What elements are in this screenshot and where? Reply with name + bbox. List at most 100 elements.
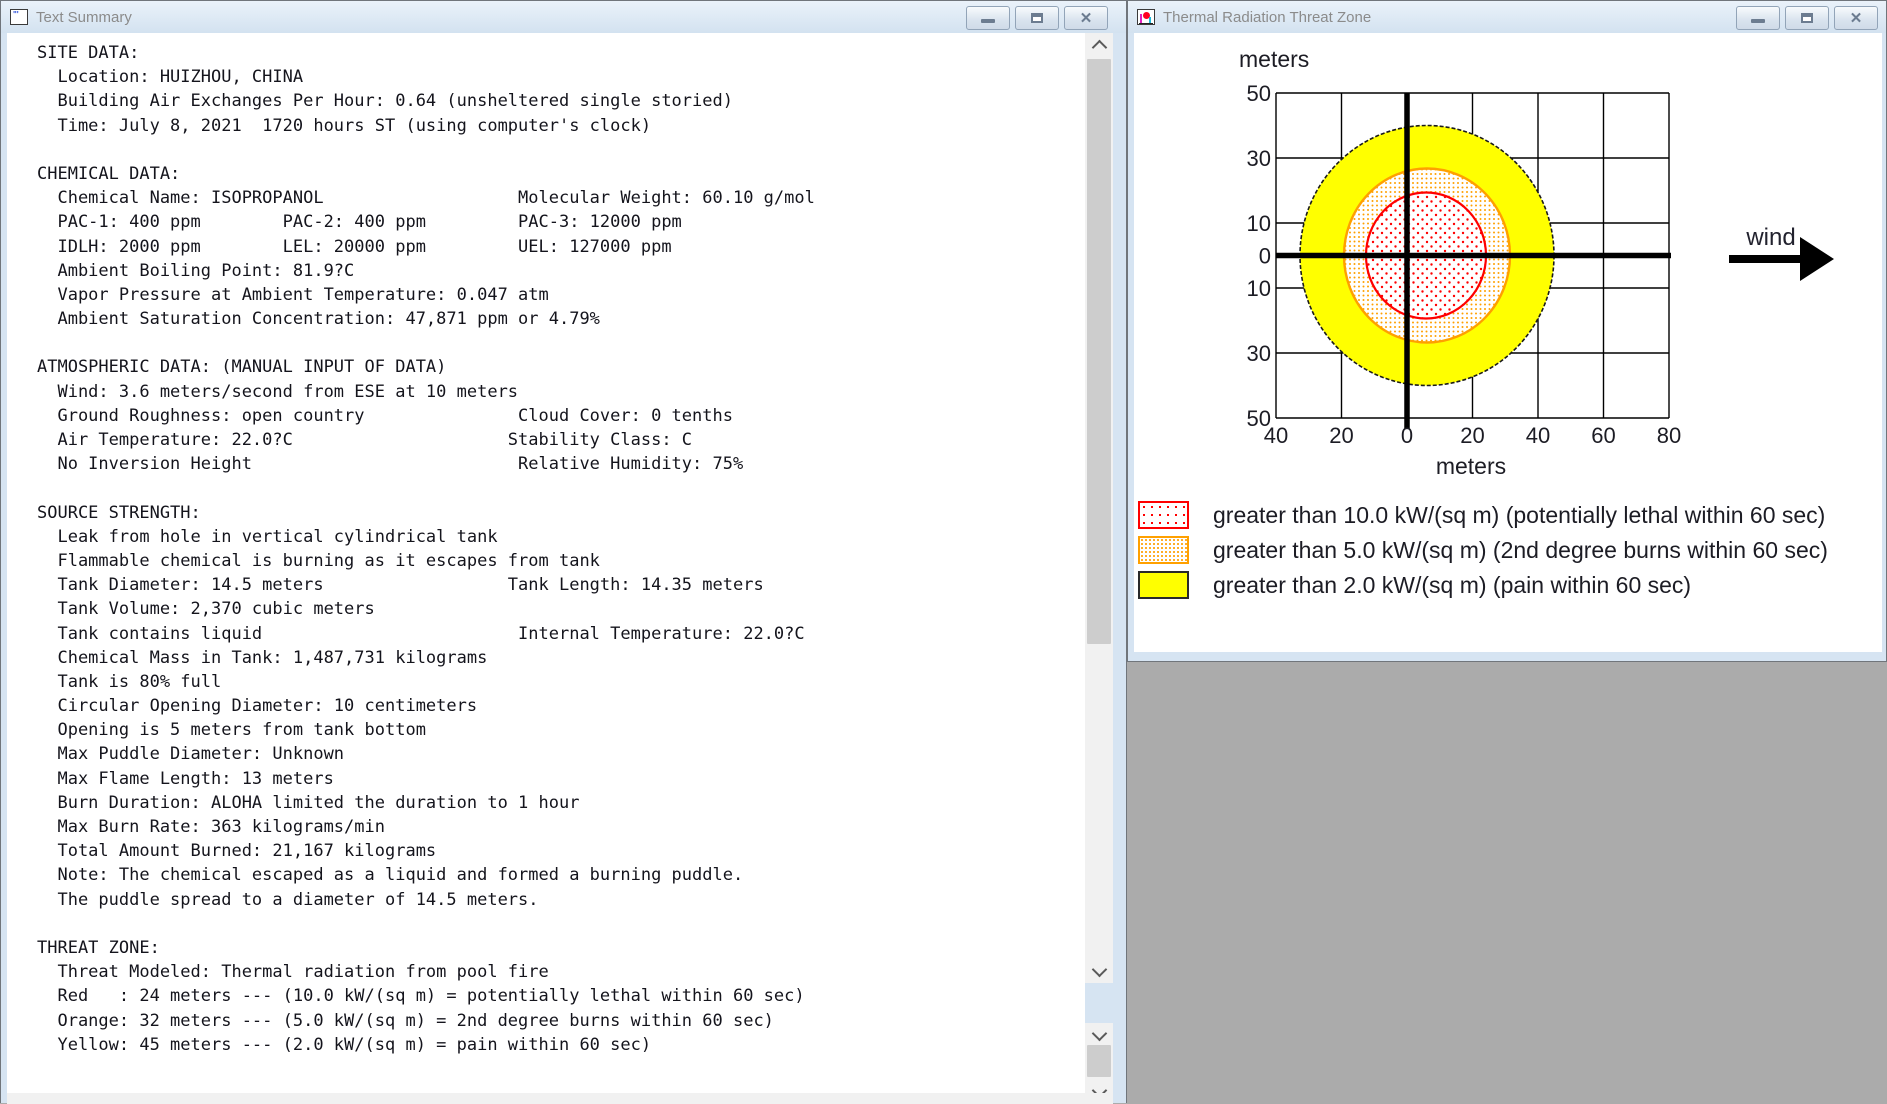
legend-row-yellow: greater than 2.0 kW/(sq m) (pain within … bbox=[1138, 571, 1691, 599]
maximize-button[interactable] bbox=[1015, 6, 1059, 30]
threat-zone-titlebar[interactable]: Thermal Radiation Threat Zone ✕ bbox=[1128, 1, 1886, 33]
minimize-button[interactable] bbox=[1736, 6, 1780, 30]
svg-text:20: 20 bbox=[1460, 423, 1484, 448]
svg-text:30: 30 bbox=[1247, 146, 1271, 171]
yellow-zone-swatch bbox=[1138, 571, 1189, 599]
summary-line: Max Flame Length: 13 meters bbox=[37, 768, 334, 789]
summary-line: THREAT ZONE: bbox=[37, 937, 160, 958]
x-tick-labels: 40 20 0 20 40 60 80 bbox=[1264, 423, 1681, 448]
summary-line: Max Puddle Diameter: Unknown bbox=[37, 744, 345, 765]
window-title: Thermal Radiation Threat Zone bbox=[1163, 8, 1372, 26]
svg-text:30: 30 bbox=[1247, 341, 1271, 366]
summary-line: No Inversion Height Relative Humidity: 7… bbox=[37, 454, 744, 475]
svg-text:80: 80 bbox=[1657, 423, 1681, 448]
maximize-button[interactable] bbox=[1785, 6, 1829, 30]
threat-zone-icon bbox=[1137, 9, 1155, 25]
svg-text:40: 40 bbox=[1526, 423, 1550, 448]
svg-text:40: 40 bbox=[1264, 423, 1288, 448]
summary-line bbox=[37, 912, 815, 936]
svg-text:0: 0 bbox=[1401, 423, 1413, 448]
summary-line: Wind: 3.6 meters/second from ESE at 10 m… bbox=[37, 381, 519, 402]
summary-line: Location: HUIZHOU, CHINA bbox=[37, 67, 304, 88]
legend-row-red: greater than 10.0 kW/(sq m) (potentially… bbox=[1138, 501, 1825, 529]
summary-line: Air Temperature: 22.0?C Stability Class:… bbox=[37, 430, 693, 450]
orange-zone-swatch bbox=[1138, 536, 1189, 564]
text-summary-window: "' Text Summary ✕ SITE DATA: Location: H… bbox=[0, 0, 1127, 1104]
summary-line: Ambient Saturation Concentration: 47,871… bbox=[37, 309, 600, 330]
summary-line: Threat Modeled: Thermal radiation from p… bbox=[37, 962, 549, 983]
summary-line: The puddle spread to a diameter of 14.5 … bbox=[37, 889, 539, 910]
minimize-icon bbox=[1751, 19, 1765, 23]
summary-line: Circular Opening Diameter: 10 centimeter… bbox=[37, 696, 478, 717]
aloha-workspace: { "left_window": { "title": "Text Summar… bbox=[0, 0, 1887, 1104]
horizontal-scrollbar[interactable] bbox=[7, 1093, 1113, 1104]
minimize-button[interactable] bbox=[966, 6, 1010, 30]
summary-line: Max Burn Rate: 363 kilograms/min bbox=[37, 817, 385, 837]
svg-text:10: 10 bbox=[1247, 211, 1271, 236]
text-summary-titlebar[interactable]: "' Text Summary ✕ bbox=[1, 1, 1126, 33]
summary-line: ATMOSPHERIC DATA: (MANUAL INPUT OF DATA) bbox=[37, 357, 447, 378]
scroll-up-button[interactable] bbox=[1085, 33, 1113, 57]
summary-line: Red : 24 meters --- (10.0 kW/(sq m) = po… bbox=[37, 986, 805, 1007]
summary-line: Opening is 5 meters from tank bottom bbox=[37, 720, 426, 741]
summary-line: Vapor Pressure at Ambient Temperature: 0… bbox=[37, 284, 549, 305]
summary-text-area: SITE DATA: Location: HUIZHOU, CHINA Buil… bbox=[7, 33, 1085, 1093]
summary-line bbox=[37, 331, 815, 355]
vertical-scrollbar[interactable] bbox=[1085, 33, 1113, 983]
scroll-down-button[interactable] bbox=[1085, 1023, 1113, 1047]
maximize-icon bbox=[1801, 13, 1813, 23]
svg-text:60: 60 bbox=[1591, 423, 1615, 448]
summary-line: SOURCE STRENGTH: bbox=[37, 502, 201, 523]
close-button[interactable]: ✕ bbox=[1834, 6, 1878, 30]
text-summary-icon: "' bbox=[10, 9, 28, 25]
summary-line: Time: July 8, 2021 1720 hours ST (using … bbox=[37, 115, 652, 136]
outer-vertical-scrollbar[interactable] bbox=[1085, 1023, 1113, 1104]
close-icon: ✕ bbox=[1849, 9, 1863, 27]
summary-line: Tank is 80% full bbox=[37, 671, 222, 692]
legend-label: greater than 10.0 kW/(sq m) (potentially… bbox=[1213, 501, 1826, 528]
close-button[interactable]: ✕ bbox=[1064, 6, 1108, 30]
y-axis-title: meters bbox=[1239, 46, 1309, 72]
summary-text: SITE DATA: Location: HUIZHOU, CHINA Buil… bbox=[37, 41, 815, 1057]
chevron-down-icon bbox=[1091, 961, 1107, 977]
summary-line: Building Air Exchanges Per Hour: 0.64 (u… bbox=[37, 91, 733, 112]
wind-label: wind bbox=[1745, 224, 1795, 251]
summary-line: Chemical Mass in Tank: 1,487,731 kilogra… bbox=[37, 647, 488, 668]
threat-zone-plot-area: meters meters 50 30 10 0 10 30 50 40 20 … bbox=[1134, 33, 1882, 652]
chevron-up-icon bbox=[1091, 39, 1107, 55]
summary-line: Ground Roughness: open country Cloud Cov… bbox=[37, 405, 733, 426]
summary-line: PAC-1: 400 ppm PAC-2: 400 ppm PAC-3: 120… bbox=[37, 212, 682, 233]
summary-line: Tank Volume: 2,370 cubic meters bbox=[37, 599, 375, 620]
maximize-icon bbox=[1031, 13, 1043, 23]
y-tick-labels: 50 30 10 0 10 30 50 bbox=[1247, 81, 1271, 431]
summary-line: Leak from hole in vertical cylindrical t… bbox=[37, 526, 498, 547]
summary-line: IDLH: 2000 ppm LEL: 20000 ppm UEL: 12700… bbox=[37, 236, 672, 257]
legend-row-orange: greater than 5.0 kW/(sq m) (2nd degree b… bbox=[1138, 536, 1828, 564]
svg-text:10: 10 bbox=[1247, 276, 1271, 301]
summary-line: Burn Duration: ALOHA limited the duratio… bbox=[37, 792, 580, 813]
scrollbar-thumb[interactable] bbox=[1087, 59, 1111, 644]
summary-line: Ambient Boiling Point: 81.9?C bbox=[37, 260, 355, 281]
svg-text:50: 50 bbox=[1247, 81, 1271, 106]
summary-line: Yellow: 45 meters --- (2.0 kW/(sq m) = p… bbox=[37, 1034, 652, 1055]
legend-label: greater than 2.0 kW/(sq m) (pain within … bbox=[1213, 571, 1692, 598]
minimize-icon bbox=[981, 19, 995, 23]
summary-line bbox=[37, 476, 815, 500]
window-title: Text Summary bbox=[36, 8, 132, 26]
scroll-down-button[interactable] bbox=[1085, 959, 1113, 983]
summary-line: Tank Diameter: 14.5 meters Tank Length: … bbox=[37, 575, 764, 596]
chevron-down-icon bbox=[1091, 1025, 1107, 1041]
close-icon: ✕ bbox=[1079, 9, 1093, 27]
summary-line: Chemical Name: ISOPROPANOL Molecular Wei… bbox=[37, 188, 815, 209]
summary-line: Note: The chemical escaped as a liquid a… bbox=[37, 865, 744, 886]
red-zone-swatch bbox=[1138, 501, 1189, 529]
summary-line bbox=[37, 138, 815, 162]
svg-text:20: 20 bbox=[1329, 423, 1353, 448]
summary-line: Orange: 32 meters --- (5.0 kW/(sq m) = 2… bbox=[37, 1010, 774, 1031]
legend-label: greater than 5.0 kW/(sq m) (2nd degree b… bbox=[1213, 536, 1828, 563]
svg-text:0: 0 bbox=[1259, 244, 1271, 269]
summary-line: Total Amount Burned: 21,167 kilograms bbox=[37, 841, 437, 862]
threat-zone-window: Thermal Radiation Threat Zone ✕ meters m… bbox=[1127, 0, 1887, 662]
summary-line: SITE DATA: bbox=[37, 43, 140, 63]
scrollbar-thumb[interactable] bbox=[1087, 1045, 1111, 1077]
